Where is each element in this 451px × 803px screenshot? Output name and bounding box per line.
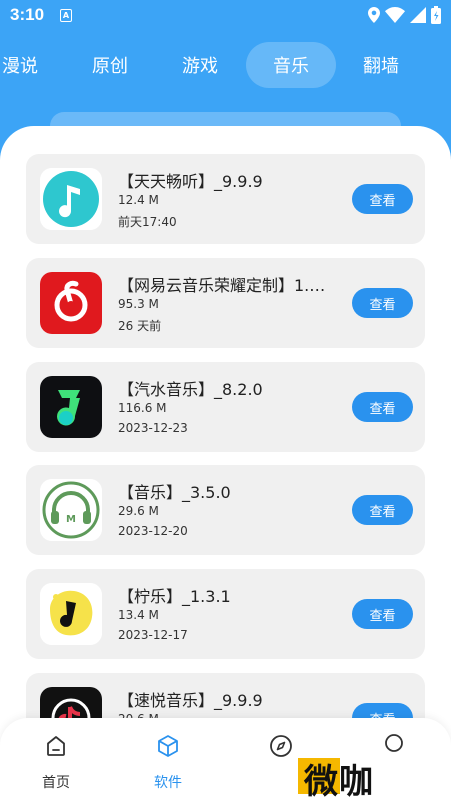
view-button[interactable]: 查看 bbox=[352, 392, 413, 422]
app-title: 【柠乐】_1.3.1 bbox=[118, 587, 231, 606]
app-card[interactable]: 【汽水音乐】_8.2.0 116.6 M 2023-12-23 查看 bbox=[26, 362, 425, 452]
app-title: 【汽水音乐】_8.2.0 bbox=[118, 380, 263, 399]
view-button[interactable]: 查看 bbox=[352, 495, 413, 525]
app-title: 【音乐】_3.5.0 bbox=[118, 483, 231, 502]
soda-music-icon bbox=[40, 376, 102, 438]
view-button[interactable]: 查看 bbox=[352, 288, 413, 318]
app-date: 26 天前 bbox=[118, 319, 162, 333]
location-icon bbox=[368, 7, 380, 23]
wifi-icon bbox=[385, 7, 405, 23]
app-card[interactable]: M 【音乐】_3.5.0 29.6 M 2023-12-20 查看 bbox=[26, 465, 425, 555]
compass-icon bbox=[270, 735, 292, 757]
view-button[interactable]: 查看 bbox=[352, 599, 413, 629]
app-date: 2023-12-17 bbox=[118, 628, 188, 642]
tab-manshuo[interactable]: 漫说 bbox=[0, 42, 65, 88]
home-icon bbox=[47, 736, 65, 756]
status-icons bbox=[368, 6, 441, 24]
app-size: 29.6 M bbox=[118, 504, 159, 518]
app-date: 2023-12-23 bbox=[118, 421, 188, 435]
app-size: 116.6 M bbox=[118, 401, 167, 415]
nav-software-label: 软件 bbox=[154, 775, 182, 791]
tab-fanqiang[interactable]: 翻墙 bbox=[336, 42, 426, 88]
status-time: 3:10 bbox=[10, 5, 45, 24]
watermark-logo: 微咖 bbox=[298, 752, 406, 802]
app-card[interactable]: 【柠乐】_1.3.1 13.4 M 2023-12-17 查看 bbox=[26, 569, 425, 659]
app-title: 【网易云音乐荣耀定制】1.… bbox=[118, 276, 326, 295]
category-tabs: 漫说 原创 游戏 音乐 翻墙 bbox=[0, 42, 451, 90]
music-note-icon bbox=[40, 168, 102, 230]
tab-yinyue[interactable]: 音乐 bbox=[246, 42, 336, 88]
app-card[interactable]: 【网易云音乐荣耀定制】1.… 95.3 M 26 天前 查看 bbox=[26, 258, 425, 348]
app-date: 2023-12-20 bbox=[118, 524, 188, 538]
lemon-music-icon bbox=[40, 583, 102, 645]
svg-text:M: M bbox=[66, 514, 76, 525]
nav-home-label: 首页 bbox=[42, 775, 70, 791]
tab-youxi[interactable]: 游戏 bbox=[155, 42, 245, 88]
watermark-text: 微咖 bbox=[304, 762, 374, 802]
app-size: 95.3 M bbox=[118, 297, 159, 311]
app-title: 【速悦音乐】_9.9.9 bbox=[118, 691, 263, 710]
nav-home[interactable]: 首页 bbox=[0, 718, 112, 803]
app-date: 前天17:40 bbox=[118, 215, 177, 229]
app-title: 【天天畅听】_9.9.9 bbox=[118, 172, 263, 191]
nav-software[interactable]: 软件 bbox=[112, 718, 224, 803]
notification-a-icon: A bbox=[60, 9, 72, 22]
app-card[interactable]: 【天天畅听】_9.9.9 12.4 M 前天17:40 查看 bbox=[26, 154, 425, 244]
headphones-icon: M bbox=[40, 479, 102, 541]
signal-icon bbox=[410, 7, 426, 23]
netease-music-icon bbox=[40, 272, 102, 334]
battery-icon bbox=[431, 6, 441, 24]
status-bar: 3:10 A bbox=[0, 0, 451, 32]
box-icon bbox=[158, 735, 178, 757]
view-button[interactable]: 查看 bbox=[352, 184, 413, 214]
app-size: 12.4 M bbox=[118, 193, 159, 207]
app-size: 13.4 M bbox=[118, 608, 159, 622]
tab-yuanchuang[interactable]: 原创 bbox=[65, 42, 155, 88]
